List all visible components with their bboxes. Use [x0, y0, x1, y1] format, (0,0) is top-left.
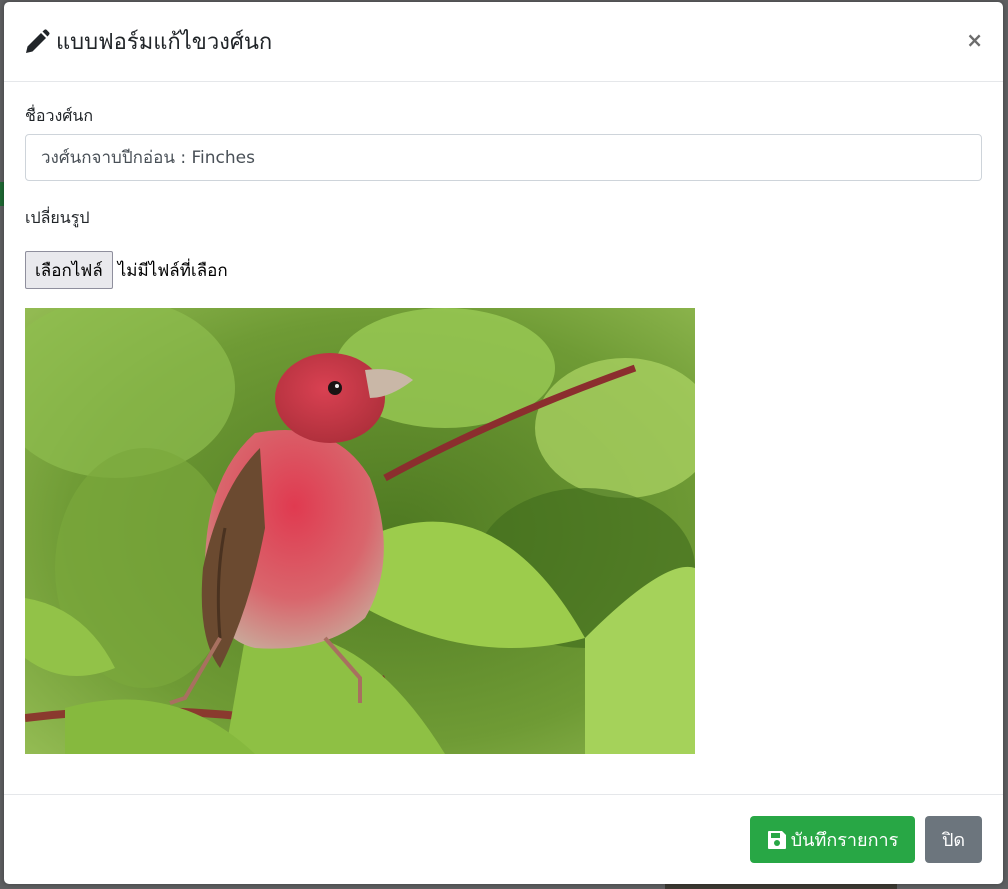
- modal-footer: บันทึกรายการ ปิด: [4, 794, 1003, 884]
- choose-file-button[interactable]: เลือกไฟล์: [25, 251, 113, 289]
- floppy-disk-icon: [767, 830, 787, 850]
- modal-header: แบบฟอร์มแก้ไขวงศ์นก ×: [4, 2, 1003, 82]
- family-name-input[interactable]: วงศ์นกจาบปีกอ่อน : Finches: [25, 134, 982, 181]
- close-icon[interactable]: ×: [966, 30, 983, 50]
- modal-title: แบบฟอร์มแก้ไขวงศ์นก: [56, 30, 273, 55]
- edit-bird-family-modal: แบบฟอร์มแก้ไขวงศ์นก × ชื่อวงศ์นก วงศ์นกจ…: [4, 2, 1003, 884]
- modal-body: ชื่อวงศ์นก วงศ์นกจาบปีกอ่อน : Finches เป…: [4, 82, 1003, 754]
- file-input: เลือกไฟล์ ไม่มีไฟล์ที่เลือก: [25, 251, 982, 289]
- family-name-label: ชื่อวงศ์นก: [25, 106, 94, 125]
- family-name-value: วงศ์นกจาบปีกอ่อน : Finches: [41, 148, 255, 168]
- save-button[interactable]: บันทึกรายการ: [750, 816, 915, 863]
- pencil-icon: [24, 28, 50, 55]
- file-status-text: ไม่มีไฟล์ที่เลือก: [117, 260, 228, 281]
- save-button-label: บันทึกรายการ: [790, 830, 899, 851]
- bird-family-photo: [25, 308, 695, 754]
- close-button[interactable]: ปิด: [925, 816, 982, 863]
- change-image-label: เปลี่ยนรูป: [25, 208, 90, 227]
